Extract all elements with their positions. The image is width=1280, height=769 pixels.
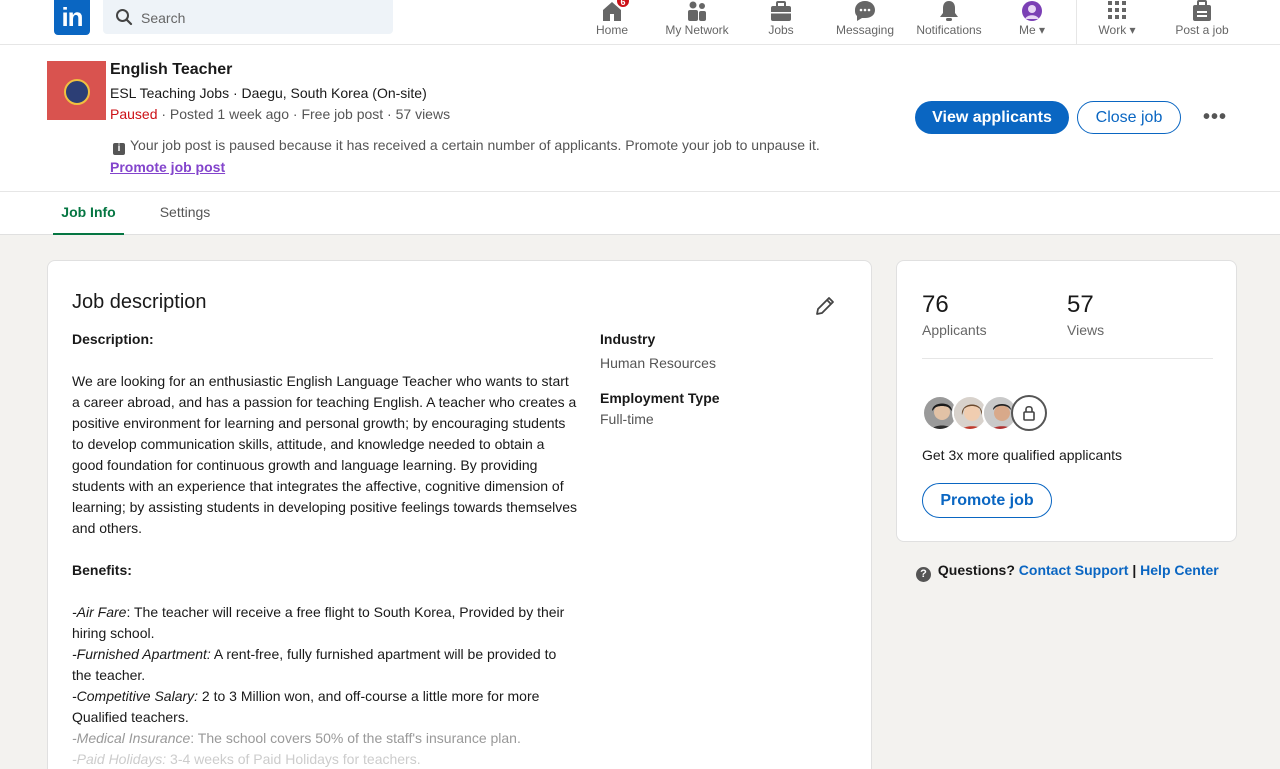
chevron-down-icon: ▾	[1129, 23, 1136, 37]
linkedin-logo[interactable]: in	[54, 0, 90, 35]
top-navigation: in 6 Home My Network Jobs	[0, 0, 1280, 45]
nav-post-job-label: Post a job	[1175, 23, 1229, 37]
employment-type-label: Employment Type	[600, 390, 720, 406]
applicants-count: 76	[922, 291, 949, 318]
benefit-item: -Furnished Apartment: A rent-free, fully…	[72, 646, 557, 683]
messaging-icon	[855, 1, 875, 21]
promote-job-button[interactable]: Promote job	[922, 483, 1052, 518]
nav-work-label: Work ▾	[1098, 23, 1136, 37]
search-box[interactable]	[103, 0, 393, 34]
job-header: English Teacher ESL Teaching Jobs · Daeg…	[0, 45, 1280, 191]
status-badge: Paused	[110, 106, 158, 122]
nav-work[interactable]: Work ▾	[1093, 0, 1141, 44]
more-options-icon[interactable]: •••	[1199, 105, 1231, 129]
job-company-location: ESL Teaching Jobs · Daegu, South Korea (…	[110, 85, 427, 101]
question-icon: ?	[916, 567, 931, 582]
views-label: Views	[1067, 322, 1105, 338]
industry-label: Industry	[600, 331, 656, 347]
nav-jobs[interactable]: Jobs	[764, 0, 798, 44]
nav-messaging-label: Messaging	[835, 23, 895, 37]
notification-badge: 6	[616, 0, 630, 8]
paused-notice: i Your job post is paused because it has …	[113, 137, 820, 155]
nav-jobs-label: Jobs	[768, 23, 794, 37]
benefit-item: -Paid Holidays: 3-4 weeks of Paid Holida…	[72, 751, 421, 767]
benefits-heading: Benefits:	[72, 562, 132, 578]
nav-my-network-label: My Network	[665, 23, 729, 37]
graduation-cap-icon	[64, 79, 90, 105]
nav-me[interactable]: Me ▾	[1012, 0, 1052, 44]
bell-icon	[940, 1, 958, 21]
view-applicants-button[interactable]: View applicants	[915, 101, 1069, 134]
job-description-card: Job description Description: We are look…	[47, 260, 872, 769]
grid-icon	[1108, 1, 1126, 19]
job-title: English Teacher	[110, 61, 233, 78]
industry-value: Human Resources	[600, 355, 716, 371]
benefit-item: -Competitive Salary: 2 to 3 Million won,…	[72, 688, 540, 725]
post-job-icon	[1193, 0, 1211, 21]
job-meta: Paused · Posted 1 week ago · Free job po…	[110, 106, 450, 122]
job-description-body: Description: We are looking for an enthu…	[72, 329, 578, 769]
questions-label: Questions?	[937, 562, 1015, 578]
close-job-button[interactable]: Close job	[1077, 101, 1181, 134]
nav-notifications[interactable]: Notifications	[912, 0, 986, 44]
company-logo[interactable]	[47, 61, 106, 120]
job-description-title: Job description	[72, 291, 207, 313]
description-heading: Description:	[72, 331, 154, 347]
nav-me-label: Me ▾	[1018, 23, 1046, 37]
job-details-sidebar: Industry Human Resources Employment Type…	[600, 329, 820, 430]
help-center-link[interactable]: Help Center	[1140, 562, 1219, 578]
job-meta-details: · Posted 1 week ago · Free job post · 57…	[157, 106, 451, 122]
chevron-down-icon: ▾	[1038, 23, 1046, 37]
nav-divider	[1076, 0, 1077, 44]
nav-post-job[interactable]: Post a job	[1170, 0, 1234, 44]
contact-support-link[interactable]: Contact Support	[1019, 562, 1129, 578]
help-footer: ? Questions? Contact Support | Help Cent…	[916, 562, 1219, 582]
separator: |	[1132, 562, 1137, 578]
paused-notice-text: Your job post is paused because it has r…	[130, 137, 820, 153]
lock-icon	[1011, 395, 1047, 431]
search-icon	[116, 9, 133, 26]
applicant-stats-card: 76 Applicants 57 Views Get 3x more quali…	[896, 260, 1237, 542]
promote-job-post-link[interactable]: Promote job post	[110, 159, 225, 175]
nav-messaging[interactable]: Messaging	[832, 0, 898, 44]
nav-notifications-label: Notifications	[916, 23, 982, 37]
nav-home[interactable]: 6 Home	[592, 0, 632, 44]
tab-job-info[interactable]: Job Info	[53, 192, 124, 235]
info-icon: i	[113, 143, 125, 155]
tab-settings[interactable]: Settings	[152, 192, 218, 235]
search-input[interactable]	[141, 7, 381, 29]
pencil-icon[interactable]	[814, 295, 836, 317]
description-paragraph: We are looking for an enthusiastic Engli…	[72, 373, 578, 536]
applicants-label: Applicants	[922, 322, 987, 338]
benefit-item: -Medical Insurance: The school covers 50…	[72, 730, 521, 746]
avatar-icon	[1022, 1, 1042, 21]
nav-home-label: Home	[595, 23, 628, 37]
nav-my-network[interactable]: My Network	[660, 0, 734, 44]
briefcase-icon	[771, 1, 791, 21]
benefit-item: -Air Fare: The teacher will receive a fr…	[72, 604, 565, 641]
employment-type-value: Full-time	[600, 411, 654, 427]
views-count: 57	[1067, 291, 1094, 318]
qualified-applicants-text: Get 3x more qualified applicants	[922, 447, 1122, 463]
network-icon	[688, 1, 706, 21]
divider	[922, 358, 1213, 359]
tab-bar: Job Info Settings	[0, 191, 1280, 235]
